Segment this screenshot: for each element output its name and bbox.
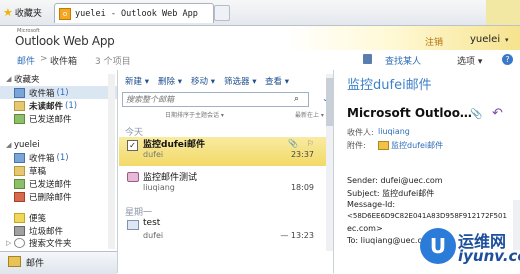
to-label: 收件人: — [347, 128, 374, 137]
breadcrumb-inbox: 收件箱 — [50, 57, 78, 67]
sidebar-item-fav-sent[interactable]: 已发送邮件 — [14, 113, 72, 125]
user-name[interactable]: yuelei — [470, 34, 500, 45]
new-button[interactable]: 新建 ▾ — [125, 75, 149, 87]
body-line: ec.com> — [347, 224, 383, 233]
expand-icon[interactable]: ▷ — [6, 239, 14, 247]
group-header-monday: 星期一 — [125, 208, 153, 218]
sort-dropdown[interactable]: 日期排序于主题会话 ▾ — [165, 110, 224, 119]
notes-icon — [14, 213, 25, 223]
checkbox[interactable]: ✓ — [127, 140, 138, 151]
search-folder-icon — [14, 238, 25, 248]
view-button[interactable]: 查看 ▾ — [265, 75, 289, 87]
message-subject: 监控邮件测试 — [143, 173, 198, 183]
mail-icon — [8, 256, 21, 267]
sidebar-item-drafts[interactable]: 草稿 — [14, 165, 46, 177]
help-icon[interactable]: ? — [502, 54, 513, 65]
unread-folder-icon — [14, 101, 25, 111]
message-subject: test — [143, 218, 161, 228]
message-sender: liuqiang — [143, 183, 175, 192]
new-tab-button[interactable] — [214, 5, 230, 21]
attachment-icon: 📎 — [288, 139, 298, 148]
favorites-header[interactable]: ◢ 收藏夹 — [6, 73, 40, 85]
item-count: 3 个项目 — [95, 57, 131, 67]
mail-module-label: 邮件 — [26, 259, 45, 269]
flag-icon[interactable]: ⚐ — [307, 139, 314, 148]
expand-icon[interactable]: ◢ — [6, 141, 14, 149]
logout-link[interactable]: 注销 — [425, 35, 443, 48]
message-subject-heading: Microsoft Outloo… — [347, 106, 472, 120]
nav-scrollbar[interactable] — [108, 74, 115, 249]
sidebar-item-deleted[interactable]: 已删除邮件 — [14, 191, 72, 203]
drafts-icon — [14, 166, 25, 176]
conversation-icon — [127, 172, 139, 182]
attachment-label: 附件: — [347, 141, 366, 150]
search-icon[interactable]: ⌕ — [294, 94, 299, 104]
reading-pane-scrollbar[interactable] — [513, 200, 520, 250]
outlook-icon: o — [59, 7, 71, 20]
chevron-down-icon[interactable]: ▾ — [505, 36, 509, 44]
sort-order-dropdown[interactable]: 最新在上 ▾ — [295, 110, 324, 119]
sidebar-item-fav-inbox[interactable]: 收件箱 (1) — [14, 87, 69, 99]
search-box[interactable] — [122, 92, 309, 107]
watermark-logo: U — [420, 228, 456, 264]
message-sender: dufei — [143, 150, 164, 159]
app-title: Outlook Web App — [15, 34, 115, 48]
junk-icon — [14, 226, 25, 236]
star-icon: ★ — [3, 5, 13, 19]
body-line: Subject: 监控dufei邮件 — [347, 189, 435, 198]
sidebar-item-junk[interactable]: 垃圾邮件 — [14, 225, 63, 237]
delete-button[interactable]: 删除 ▾ — [158, 75, 182, 87]
filter-button[interactable]: 筛选器 ▾ — [224, 75, 256, 87]
message-sender: dufei — [143, 231, 164, 240]
body-line: Message-Id: — [347, 200, 396, 209]
reading-pane-title: 监控dufei邮件 — [347, 78, 432, 93]
expand-icon[interactable]: ◢ — [6, 75, 14, 83]
address-book-icon[interactable] — [363, 54, 372, 64]
to-recipient[interactable]: liuqiang — [378, 127, 410, 136]
sidebar-item-sent[interactable]: 已发送邮件 — [14, 178, 72, 190]
favorites-label: 收藏夹 — [14, 8, 42, 19]
scrollbar-thumb[interactable] — [326, 78, 333, 126]
sent-icon — [14, 114, 25, 124]
body-line: Sender: dufei@uec.com — [347, 176, 443, 185]
sidebar-item-inbox[interactable]: 收件箱 (1) — [14, 152, 69, 164]
sidebar-item-unread[interactable]: 未读邮件 (1) — [14, 100, 77, 112]
find-someone-link[interactable]: 查找某人 — [385, 54, 421, 67]
tab-title: yuelei - Outlook Web App — [75, 8, 198, 19]
message-row[interactable]: ✓ 监控dufei邮件 📎 ⚐ dufei 23:37 — [119, 137, 326, 166]
sent-icon — [14, 179, 25, 189]
message-time: 23:37 — [290, 150, 314, 159]
attachment-icon: 📎 — [470, 109, 483, 120]
deleted-icon — [14, 192, 25, 202]
message-row[interactable]: 监控邮件测试 liuqiang 18:09 — [119, 170, 326, 198]
inbox-icon — [14, 88, 25, 98]
options-button[interactable]: 选项 ▾ — [457, 54, 482, 67]
message-time: — 13:23 — [280, 231, 314, 240]
browser-corner — [486, 0, 520, 25]
search-input[interactable] — [123, 94, 279, 105]
envelope-icon — [378, 141, 389, 150]
envelope-icon — [127, 220, 139, 230]
sidebar-item-search-folders[interactable]: ▷ 搜索文件夹 — [6, 238, 72, 248]
inbox-icon — [14, 153, 25, 163]
message-subject: 监控dufei邮件 — [143, 140, 205, 150]
attachment-link[interactable]: 监控dufei邮件 — [391, 140, 443, 151]
watermark-url: iyunv.com — [458, 247, 520, 265]
message-row[interactable]: test dufei — 13:23 — [119, 218, 326, 246]
reply-icon[interactable]: ↶ — [492, 106, 503, 121]
breadcrumb-separator: > — [40, 54, 48, 64]
browser-tab[interactable]: o yuelei - Outlook Web App — [54, 3, 214, 23]
mailbox-header[interactable]: ◢ yuelei — [6, 139, 40, 151]
move-button[interactable]: 移动 ▾ — [191, 75, 215, 87]
breadcrumb-mail[interactable]: 邮件 — [17, 54, 35, 67]
body-line: <58D6EE6D9C82E041A83D958F912172F501 — [347, 212, 507, 220]
message-time: 18:09 — [290, 183, 314, 192]
favorites-button[interactable]: ★ 收藏夹 — [3, 5, 42, 19]
sidebar-item-notes[interactable]: 便笺 — [14, 212, 46, 224]
